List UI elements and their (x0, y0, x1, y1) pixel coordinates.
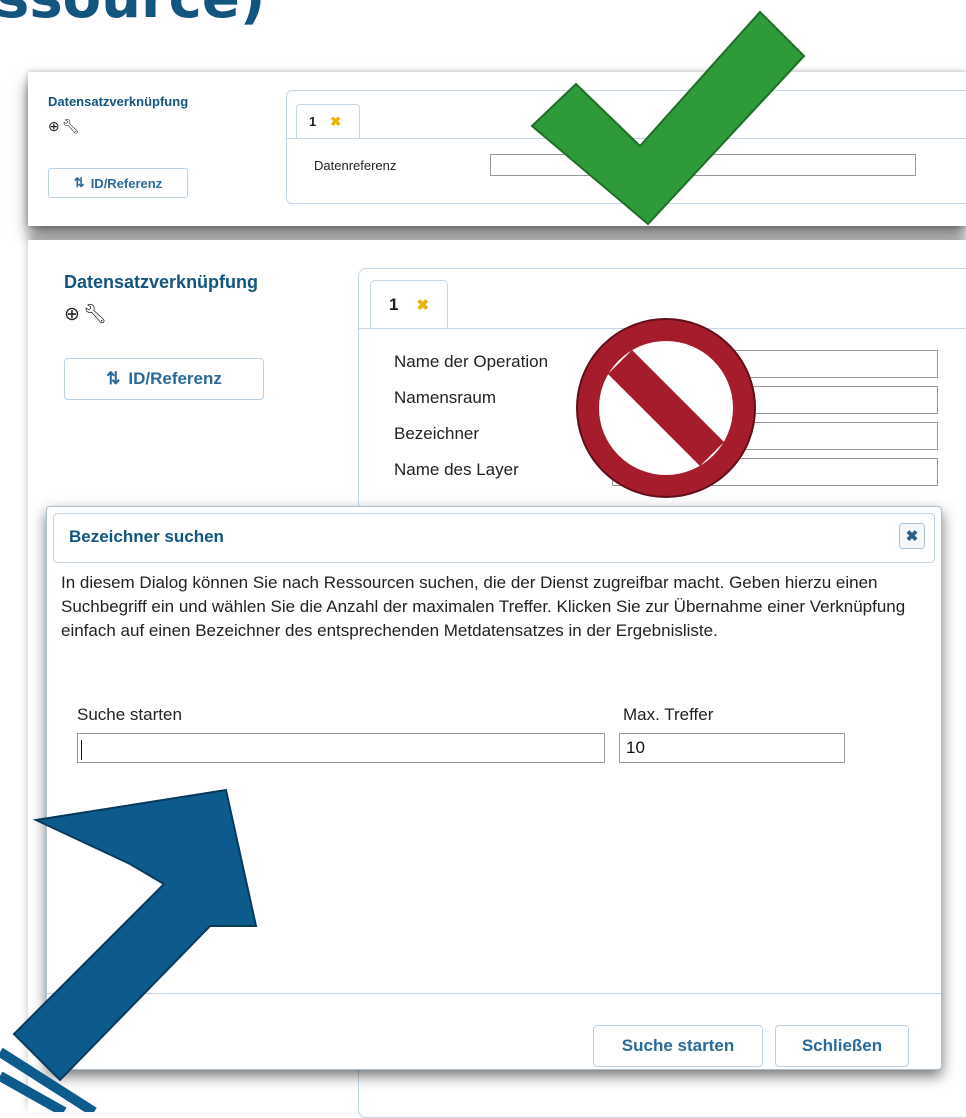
forbidden-icon (576, 318, 756, 498)
checkmark-icon (530, 10, 806, 226)
arrow-icon (0, 788, 258, 1112)
annotation-overlay (0, 10, 806, 1112)
